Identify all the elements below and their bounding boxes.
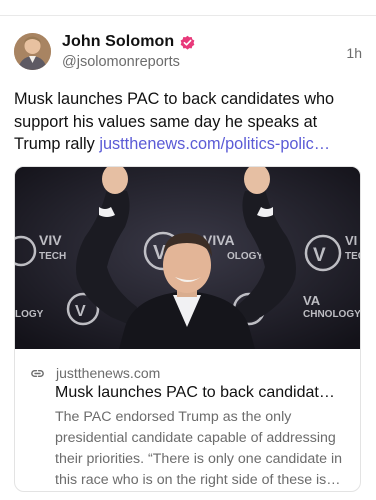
post-timestamp[interactable]: 1h — [346, 45, 362, 61]
author-line: John Solomon — [62, 32, 196, 52]
top-divider — [0, 15, 376, 16]
svg-text:VI: VI — [345, 233, 357, 248]
link-description: The PAC endorsed Trump as the only presi… — [55, 409, 343, 488]
link-preview-body: justthenews.com Musk launches PAC to bac… — [15, 349, 360, 491]
svg-text:OLOGY: OLOGY — [227, 251, 263, 262]
post-header: John Solomon @jsolomonreports 1h — [14, 32, 362, 74]
link-preview-card[interactable]: V V V V VIV TECH OGY VIVA OLOGY LOGY VA … — [14, 166, 361, 492]
link-domain: justthenews.com — [56, 365, 161, 381]
link-domain-row: justthenews.com — [29, 364, 160, 382]
link-icon — [31, 369, 44, 377]
svg-text:LOGY: LOGY — [15, 309, 44, 320]
link-preview-image[interactable]: V V V V VIV TECH OGY VIVA OLOGY LOGY VA … — [15, 167, 360, 349]
svg-text:VA: VA — [303, 293, 321, 308]
link-title[interactable]: Musk launches PAC to back candidat… — [55, 383, 353, 403]
post-text: Musk launches PAC to back candidates who… — [14, 88, 364, 156]
svg-text:CHNOLOGY: CHNOLOGY — [303, 309, 360, 320]
svg-text:V: V — [313, 245, 326, 266]
author-handle[interactable]: @jsolomonreports — [62, 54, 180, 70]
svg-text:VIV: VIV — [39, 232, 62, 248]
verified-badge-icon — [180, 35, 195, 50]
svg-text:TECH: TECH — [345, 251, 360, 262]
svg-text:V: V — [75, 303, 86, 320]
post-link[interactable]: justthenews.com/politics-polic… — [99, 135, 330, 153]
author-name[interactable]: John Solomon — [62, 33, 174, 51]
avatar[interactable] — [14, 33, 51, 70]
svg-text:TECH: TECH — [39, 251, 66, 262]
